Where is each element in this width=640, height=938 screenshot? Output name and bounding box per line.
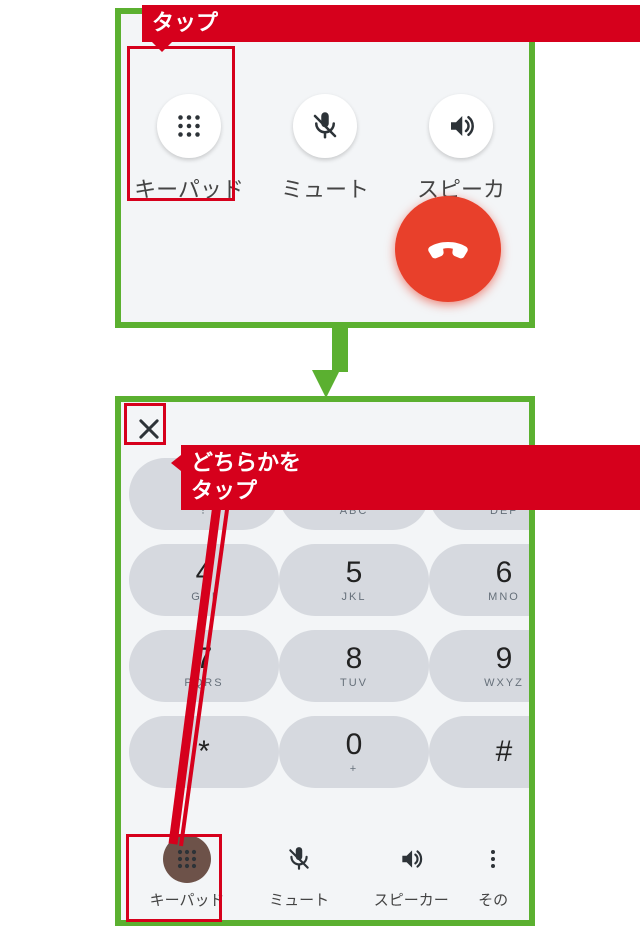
more-button-bottom[interactable] bbox=[469, 835, 517, 883]
keypad-label-top: キーパッド bbox=[134, 172, 244, 204]
dial-digit: 8 bbox=[346, 644, 363, 674]
end-call-button[interactable] bbox=[395, 196, 501, 302]
top-panel: キーパッド ミュート bbox=[115, 8, 535, 328]
mute-label-top: ミュート bbox=[281, 172, 369, 204]
dial-digit: 7 bbox=[196, 644, 213, 674]
bottom-action-row: キーパッド ミュート bbox=[121, 835, 529, 910]
close-button[interactable] bbox=[135, 412, 169, 446]
speaker-icon bbox=[446, 111, 476, 141]
dial-key-5[interactable]: 5 JKL bbox=[279, 544, 429, 616]
dial-key-*[interactable]: * bbox=[129, 716, 279, 788]
mute-button-top[interactable] bbox=[293, 94, 357, 158]
mute-button-bottom[interactable] bbox=[275, 835, 323, 883]
speaker-button-bottom[interactable] bbox=[387, 835, 435, 883]
dial-letters: JKL bbox=[342, 591, 367, 603]
speaker-icon bbox=[398, 846, 424, 872]
more-label-bottom: その bbox=[478, 889, 508, 910]
keypad-button-bottom[interactable] bbox=[163, 835, 211, 883]
dial-digit: 4 bbox=[196, 558, 213, 588]
mute-icon bbox=[286, 846, 312, 872]
speaker-button-top[interactable] bbox=[429, 94, 493, 158]
dial-key-8[interactable]: 8 TUV bbox=[279, 630, 429, 702]
dial-letters: TUV bbox=[340, 677, 368, 689]
dial-digit: 5 bbox=[346, 558, 363, 588]
keypad-label-bottom: キーパッド bbox=[150, 889, 225, 910]
dial-letters: WXYZ bbox=[484, 677, 524, 689]
dial-letters: + bbox=[350, 763, 358, 775]
close-icon bbox=[135, 415, 163, 443]
mute-icon bbox=[310, 111, 340, 141]
flow-arrow bbox=[312, 326, 340, 396]
bottom-callout-text: どちらかを タップ bbox=[191, 450, 301, 504]
dial-digit: # bbox=[496, 737, 513, 767]
dial-key-9[interactable]: 9 WXYZ bbox=[429, 630, 535, 702]
dial-digit: * bbox=[198, 737, 210, 767]
dial-key-4[interactable]: 4 GHI bbox=[129, 544, 279, 616]
speaker-label-bottom: スピーカー bbox=[374, 889, 449, 910]
dial-letters: GHI bbox=[191, 591, 217, 603]
dial-letters: MNO bbox=[488, 591, 520, 603]
dial-letters: PQRS bbox=[184, 677, 223, 689]
dial-digit: 0 bbox=[346, 730, 363, 760]
more-vert-icon bbox=[481, 847, 505, 871]
dial-key-6[interactable]: 6 MNO bbox=[429, 544, 535, 616]
dialpad-icon bbox=[173, 845, 201, 873]
dial-key-0[interactable]: 0+ bbox=[279, 716, 429, 788]
keypad-button-top[interactable] bbox=[157, 94, 221, 158]
dial-digit: 9 bbox=[496, 644, 513, 674]
dial-digit: 6 bbox=[496, 558, 513, 588]
bottom-callout: どちらかを タップ bbox=[181, 445, 640, 510]
dialpad-icon bbox=[172, 109, 206, 143]
top-callout: タップ bbox=[142, 5, 640, 42]
mute-label-bottom: ミュート bbox=[269, 889, 329, 910]
dial-key-#[interactable]: # bbox=[429, 716, 535, 788]
top-callout-text: タップ bbox=[152, 10, 218, 35]
phone-hangup-icon bbox=[420, 221, 476, 277]
dial-key-7[interactable]: 7 PQRS bbox=[129, 630, 279, 702]
